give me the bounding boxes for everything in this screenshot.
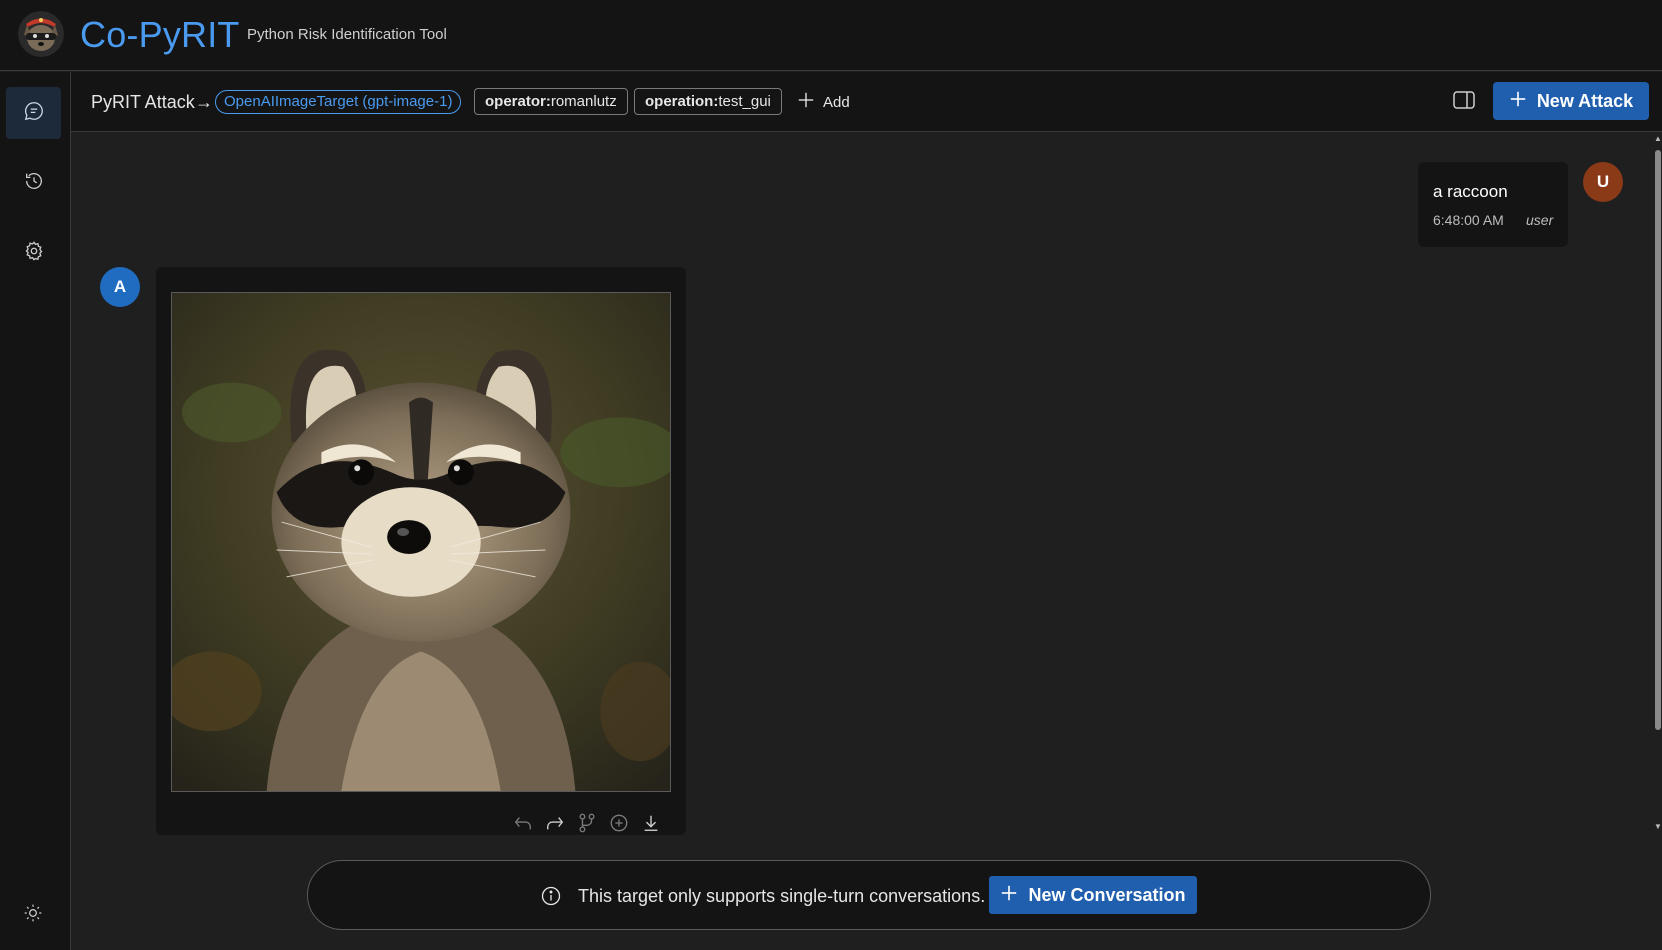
attack-toolbar: PyRIT Attack → OpenAIImageTarget (gpt-im… <box>71 72 1662 132</box>
app-header: Co-PyRIT Python Risk Identification Tool <box>0 0 1662 71</box>
assistant-message-bubble <box>156 267 686 835</box>
app-subtitle: Python Risk Identification Tool <box>247 26 447 43</box>
app-title: Co-PyRIT <box>80 14 240 55</box>
label-chip-operation[interactable]: operation:test_gui <box>634 88 782 115</box>
plus-icon <box>797 91 815 113</box>
single-turn-notice: This target only supports single-turn co… <box>307 860 1431 930</box>
new-attack-label: New Attack <box>1536 90 1634 111</box>
left-nav-rail <box>0 72 71 950</box>
chat-scroll-thumb[interactable] <box>1655 150 1661 730</box>
label-value: test_gui <box>718 93 771 110</box>
label-key: operation: <box>645 93 719 110</box>
side-panel-icon <box>1453 90 1475 114</box>
nav-history-button[interactable] <box>6 157 61 209</box>
target-arrow: → <box>195 92 213 112</box>
notice-text: This target only supports single-turn co… <box>578 886 986 906</box>
generated-image[interactable] <box>171 292 671 792</box>
nav-settings-button[interactable] <box>6 227 61 279</box>
info-icon <box>541 886 561 906</box>
new-conversation-button[interactable]: New Conversation <box>989 876 1197 914</box>
label-key: operator: <box>485 93 551 110</box>
add-comment-icon[interactable] <box>608 812 630 834</box>
scroll-down-arrow-icon[interactable]: ▼ <box>1654 822 1662 831</box>
message-actions <box>512 811 662 835</box>
download-icon[interactable] <box>640 812 662 834</box>
attack-title: PyRIT Attack <box>91 92 195 112</box>
assistant-avatar: A <box>100 267 140 307</box>
app-logo <box>18 11 64 57</box>
plus-icon <box>1509 90 1527 113</box>
new-conversation-label: New Conversation <box>1028 884 1186 905</box>
raccoon-image <box>172 293 670 791</box>
nav-chat-button[interactable] <box>6 87 61 139</box>
new-attack-button[interactable]: New Attack <box>1493 82 1649 120</box>
chat-icon <box>23 100 45 127</box>
undo-icon[interactable] <box>512 812 534 834</box>
target-chip[interactable]: OpenAIImageTarget (gpt-image-1) <box>215 90 462 114</box>
scroll-up-arrow-icon[interactable]: ▲ <box>1654 134 1662 143</box>
panel-toggle-button[interactable] <box>1449 87 1479 117</box>
user-message-bubble: a raccoon 6:48:00 AM user <box>1418 162 1568 247</box>
plus-icon <box>1000 884 1018 907</box>
label-value: romanlutz <box>550 93 617 110</box>
message-role: user <box>1526 212 1554 228</box>
message-timestamp: 6:48:00 AM <box>1433 212 1504 228</box>
theme-toggle-button[interactable] <box>18 900 48 930</box>
branch-icon[interactable] <box>576 812 598 834</box>
add-label-button[interactable]: Add <box>797 88 850 116</box>
sun-icon <box>23 903 43 928</box>
user-message-text: a raccoon <box>1433 182 1508 201</box>
add-label-text: Add <box>823 93 850 111</box>
history-icon <box>23 170 45 197</box>
redo-icon[interactable] <box>544 812 566 834</box>
label-chip-operator[interactable]: operator:romanlutz <box>474 88 628 115</box>
user-avatar: U <box>1583 162 1623 202</box>
gear-icon <box>23 240 45 267</box>
